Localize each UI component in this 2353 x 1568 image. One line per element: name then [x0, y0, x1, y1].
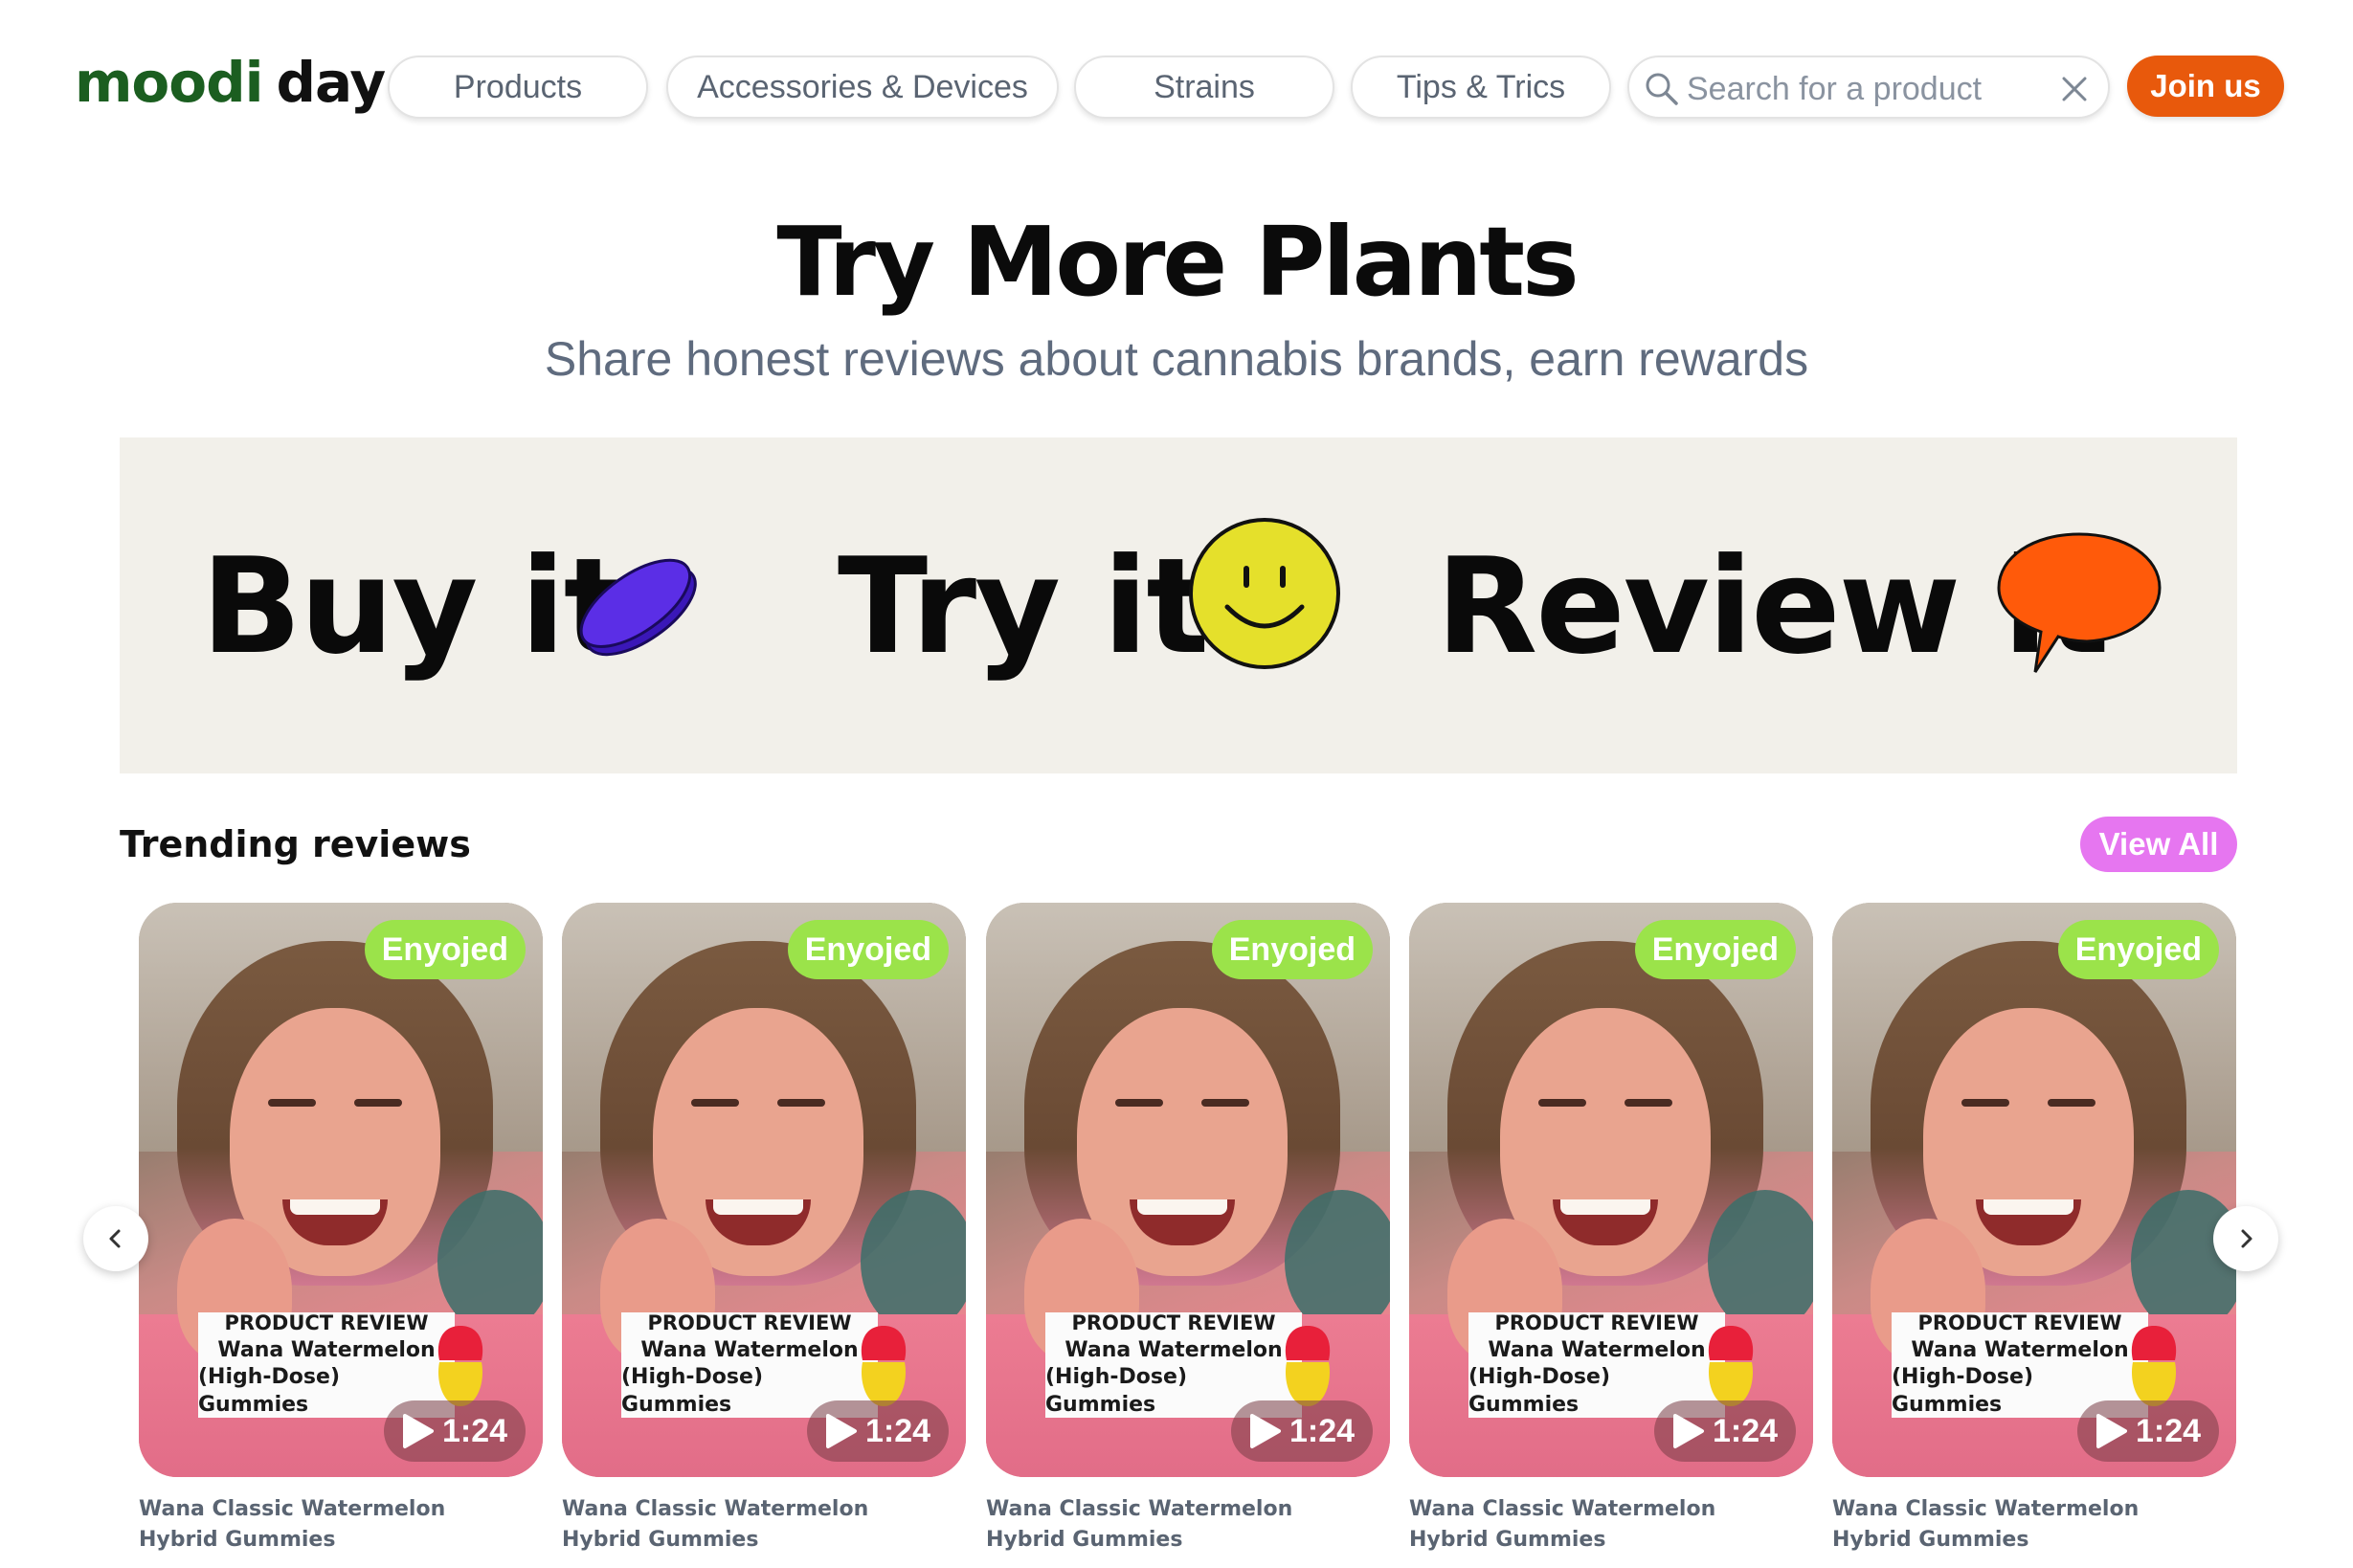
page-title: Try More Plants [776, 206, 1579, 318]
caption-line-2: Wana Watermelon [1064, 1337, 1283, 1362]
caption-line-1: PRODUCT REVIEW [1917, 1311, 2122, 1335]
brand-logo-word-1: moodi [75, 50, 264, 115]
nav-strains[interactable]: Strains [1074, 56, 1334, 119]
video-duration: 1:24 [1654, 1400, 1796, 1462]
clear-search-icon[interactable] [2060, 75, 2089, 103]
nav-tips-trics[interactable]: Tips & Trics [1351, 56, 1611, 119]
play-icon [1249, 1414, 1281, 1448]
enjoyed-badge: Enyojed [787, 920, 949, 979]
brand-logo-word-2: day [276, 50, 387, 115]
caption-line-1: PRODUCT REVIEW [1071, 1311, 1276, 1335]
caption-line-2: Wana Watermelon [1911, 1337, 2129, 1362]
search-input[interactable] [1685, 65, 2043, 113]
page-subtitle: Share honest reviews about cannabis bran… [544, 332, 1809, 386]
play-icon [1672, 1414, 1704, 1448]
join-us-button[interactable]: Join us [2127, 56, 2284, 117]
caption-line-2: Wana Watermelon [1488, 1337, 1706, 1362]
trending-reviews-heading: Trending reviews [120, 823, 471, 865]
review-card[interactable]: PRODUCT REVIEW Wana Watermelon (High-Dos… [986, 903, 1390, 1556]
caption-line-2: Wana Watermelon [217, 1337, 436, 1362]
search-icon [1646, 73, 1678, 105]
review-card-title[interactable]: Wana Classic Watermelon Hybrid Gummies [1409, 1494, 1802, 1556]
gummy-image [1708, 1326, 1754, 1406]
gummy-image [437, 1326, 483, 1406]
review-video-thumbnail[interactable]: PRODUCT REVIEW Wana Watermelon (High-Dos… [986, 903, 1390, 1477]
video-duration: 1:24 [384, 1400, 526, 1462]
nav-products[interactable]: Products [388, 56, 648, 119]
duration-text: 1:24 [864, 1412, 931, 1449]
review-card[interactable]: PRODUCT REVIEW Wana Watermelon (High-Dos… [562, 903, 966, 1556]
reviews-carousel: PRODUCT REVIEW Wana Watermelon (High-Dos… [0, 903, 2353, 1563]
play-icon [2095, 1414, 2127, 1448]
review-card-title[interactable]: Wana Classic Watermelon Hybrid Gummies [986, 1494, 1378, 1556]
enjoyed-badge: Enyojed [364, 920, 526, 979]
duration-text: 1:24 [1289, 1412, 1356, 1449]
nav-accessories-devices[interactable]: Accessories & Devices [666, 56, 1059, 119]
video-duration: 1:24 [807, 1400, 949, 1462]
speech-bubble-icon [1997, 532, 2162, 673]
carousel-next-button[interactable] [2213, 1206, 2278, 1271]
coin-icon [579, 558, 697, 657]
step-try-label: Try it [838, 529, 1209, 683]
review-card[interactable]: PRODUCT REVIEW Wana Watermelon (High-Dos… [139, 903, 543, 1556]
how-it-works-banner: Buy it Try it Review it [120, 437, 2237, 773]
gummy-image [861, 1326, 907, 1406]
step-buy-label: Buy it [201, 529, 627, 683]
chevron-left-icon [109, 1229, 121, 1248]
review-card[interactable]: PRODUCT REVIEW Wana Watermelon (High-Dos… [1832, 903, 2236, 1556]
site-header: moodi day Products Accessories & Devices … [0, 0, 2353, 172]
play-icon [825, 1414, 857, 1448]
caption-line-1: PRODUCT REVIEW [224, 1311, 429, 1335]
review-video-thumbnail[interactable]: PRODUCT REVIEW Wana Watermelon (High-Dos… [1832, 903, 2236, 1477]
enjoyed-badge: Enyojed [1634, 920, 1796, 979]
duration-text: 1:24 [441, 1412, 508, 1449]
duration-text: 1:24 [1712, 1412, 1779, 1449]
gummy-image [1285, 1326, 1331, 1406]
enjoyed-badge: Enyojed [1211, 920, 1373, 979]
duration-text: 1:24 [2135, 1412, 2202, 1449]
review-video-thumbnail[interactable]: PRODUCT REVIEW Wana Watermelon (High-Dos… [562, 903, 966, 1477]
view-all-button[interactable]: View All [2080, 817, 2237, 872]
caption-line-1: PRODUCT REVIEW [1494, 1311, 1699, 1335]
search-box [1627, 56, 2110, 119]
chevron-right-icon [2241, 1229, 2252, 1248]
review-card-title[interactable]: Wana Classic Watermelon Hybrid Gummies [562, 1494, 954, 1556]
review-card-title[interactable]: Wana Classic Watermelon Hybrid Gummies [1832, 1494, 2225, 1556]
video-duration: 1:24 [1231, 1400, 1373, 1462]
carousel-prev-button[interactable] [83, 1206, 148, 1271]
caption-line-1: PRODUCT REVIEW [647, 1311, 852, 1335]
review-card[interactable]: PRODUCT REVIEW Wana Watermelon (High-Dos… [1409, 903, 1813, 1556]
video-duration: 1:24 [2077, 1400, 2219, 1462]
review-video-thumbnail[interactable]: PRODUCT REVIEW Wana Watermelon (High-Dos… [139, 903, 543, 1477]
caption-line-2: Wana Watermelon [640, 1337, 859, 1362]
enjoyed-badge: Enyojed [2057, 920, 2219, 979]
play-icon [402, 1414, 434, 1448]
gummy-image [2131, 1326, 2177, 1406]
brand-logo[interactable]: moodi day [75, 50, 387, 115]
review-card-title[interactable]: Wana Classic Watermelon Hybrid Gummies [139, 1494, 531, 1556]
smiley-icon [1189, 518, 1340, 669]
review-video-thumbnail[interactable]: PRODUCT REVIEW Wana Watermelon (High-Dos… [1409, 903, 1813, 1477]
